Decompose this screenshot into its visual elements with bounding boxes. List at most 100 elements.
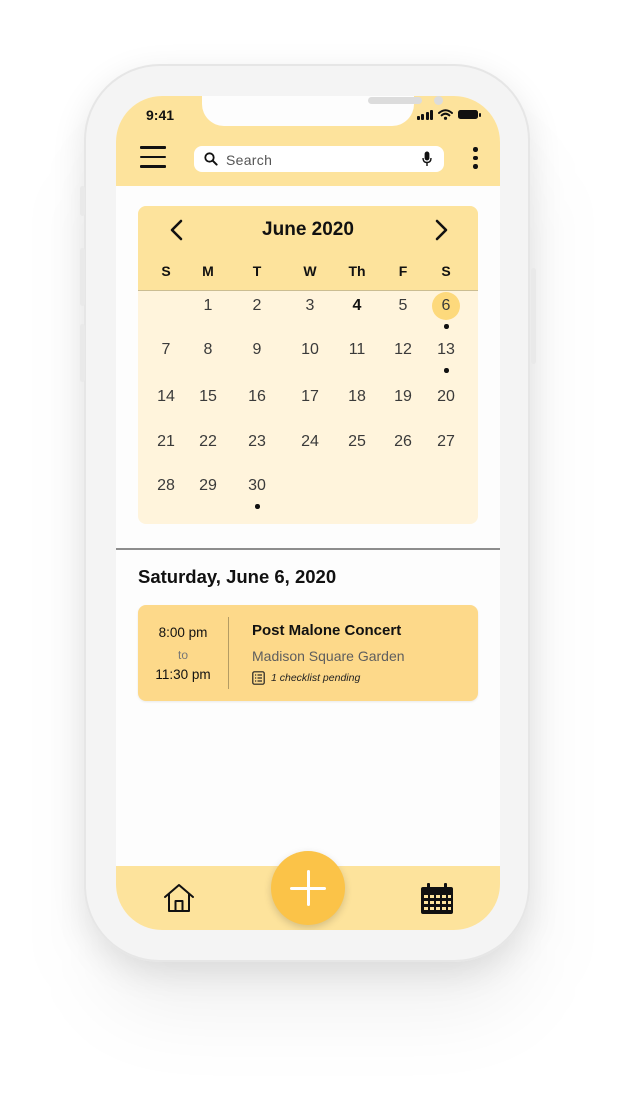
calendar-day-number: 4: [352, 297, 362, 314]
weekday-label: T: [252, 263, 262, 279]
add-event-button[interactable]: [271, 851, 345, 925]
calendar-day[interactable]: 6: [428, 290, 464, 322]
volume-up-button: [80, 248, 85, 306]
magnifier-icon: [204, 152, 218, 166]
calendar-day[interactable]: 13: [428, 334, 464, 366]
calendar-day-number: 27: [437, 433, 455, 450]
calendar-day-number: 19: [394, 388, 412, 405]
calendar-day[interactable]: 29: [190, 470, 226, 502]
mute-switch: [80, 186, 85, 216]
calendar-day[interactable]: 7: [148, 334, 184, 366]
calendar-day-number: 5: [398, 297, 408, 314]
calendar-day-number: 24: [301, 433, 319, 450]
calendar-day-number: 15: [199, 388, 217, 405]
event-location: Madison Square Garden: [252, 648, 405, 664]
weekday-label: W: [303, 263, 317, 279]
calendar-day[interactable]: 5: [385, 290, 421, 322]
calendar-day-number: 7: [161, 341, 171, 358]
calendar-day[interactable]: 20: [428, 381, 464, 413]
calendar-day[interactable]: 16: [239, 381, 275, 413]
calendar-day-number: 30: [248, 477, 266, 494]
calendar-day[interactable]: 23: [239, 426, 275, 458]
wifi-icon: [438, 109, 453, 120]
event-title: Post Malone Concert: [252, 622, 402, 639]
calendar-day-number: 17: [301, 388, 319, 405]
calendar-day[interactable]: 17: [292, 381, 328, 413]
calendar-day[interactable]: 25: [339, 426, 375, 458]
calendar-day[interactable]: 24: [292, 426, 328, 458]
event-end-time: 11:30 pm: [155, 667, 211, 682]
app-header: 9:41: [116, 96, 500, 186]
calendar-day[interactable]: 4: [339, 290, 375, 322]
event-indicator-dot: [444, 368, 449, 373]
calendar-day[interactable]: 30: [239, 470, 275, 502]
event-checklist-status: 1 checklist pending: [252, 671, 360, 685]
status-icons: [416, 109, 481, 120]
event-indicator-dot: [444, 324, 449, 329]
calendar-day-number: 8: [203, 341, 213, 358]
hamburger-menu-icon[interactable]: [140, 146, 166, 168]
weekday-label: F: [398, 263, 408, 279]
calendar-day[interactable]: 1: [190, 290, 226, 322]
section-divider: [116, 548, 500, 550]
event-indicator-dot: [255, 504, 260, 509]
power-button: [531, 268, 536, 364]
calendar-day[interactable]: 15: [190, 381, 226, 413]
calendar-day[interactable]: 9: [239, 334, 275, 366]
month-calendar: June 2020 S M T W Th F S 1 2 3 4 5 6 7 8 9 10 11 12 13 14 15…: [138, 206, 478, 524]
event-separator: [228, 617, 229, 689]
chevron-left-icon[interactable]: [166, 218, 188, 242]
calendar-day[interactable]: 27: [428, 426, 464, 458]
search-bar[interactable]: [194, 146, 444, 172]
event-card[interactable]: 8:00 pm to 11:30 pm Post Malone Concert …: [138, 605, 478, 701]
calendar-day-number: 1: [203, 297, 213, 314]
event-start-time: 8:00 pm: [158, 625, 208, 640]
app-screen: 9:41 Search June 2020 S M T W Th F S 1 2…: [116, 96, 500, 930]
weekday-label: M: [202, 263, 214, 279]
calendar-day[interactable]: 3: [292, 290, 328, 322]
front-camera: [434, 96, 443, 105]
home-icon[interactable]: [162, 882, 196, 914]
calendar-day[interactable]: 14: [148, 381, 184, 413]
calendar-day[interactable]: 18: [339, 381, 375, 413]
calendar-day-number: 25: [348, 433, 366, 450]
search-input[interactable]: [224, 148, 408, 172]
calendar-icon[interactable]: [419, 882, 455, 916]
calendar-day-number: 16: [248, 388, 266, 405]
calendar-day[interactable]: 8: [190, 334, 226, 366]
status-time: 9:41: [146, 107, 175, 123]
month-title: June 2020: [262, 219, 354, 240]
volume-down-button: [80, 324, 85, 382]
calendar-day[interactable]: 11: [339, 334, 375, 366]
vertical-ellipsis-icon[interactable]: [470, 146, 480, 170]
battery-icon: [458, 110, 481, 119]
calendar-day-number: 10: [301, 341, 319, 358]
calendar-day[interactable]: 2: [239, 290, 275, 322]
chevron-right-icon[interactable]: [430, 218, 452, 242]
calendar-day[interactable]: 10: [292, 334, 328, 366]
calendar-day-number: 3: [305, 297, 315, 314]
calendar-day-number: 26: [394, 433, 412, 450]
calendar-day-number: 28: [157, 477, 175, 494]
calendar-day-number: 22: [199, 433, 217, 450]
calendar-day-number: 18: [348, 388, 366, 405]
calendar-day-number: 20: [437, 388, 455, 405]
weekday-label: S: [161, 263, 171, 279]
checklist-icon: [252, 671, 265, 685]
speaker: [368, 97, 422, 104]
calendar-day[interactable]: 22: [190, 426, 226, 458]
calendar-day-number: 2: [252, 297, 262, 314]
calendar-day-number: 14: [157, 388, 175, 405]
calendar-day[interactable]: 19: [385, 381, 421, 413]
calendar-day-number: 9: [252, 341, 262, 358]
calendar-day-number: 11: [348, 341, 366, 358]
calendar-day-number: 12: [394, 341, 412, 358]
weekday-label: Th: [348, 263, 366, 279]
microphone-icon[interactable]: [422, 151, 432, 167]
calendar-day[interactable]: 21: [148, 426, 184, 458]
calendar-day-number: 21: [157, 433, 175, 450]
calendar-day-number: 23: [248, 433, 266, 450]
calendar-day[interactable]: 26: [385, 426, 421, 458]
calendar-day[interactable]: 12: [385, 334, 421, 366]
calendar-day[interactable]: 28: [148, 470, 184, 502]
